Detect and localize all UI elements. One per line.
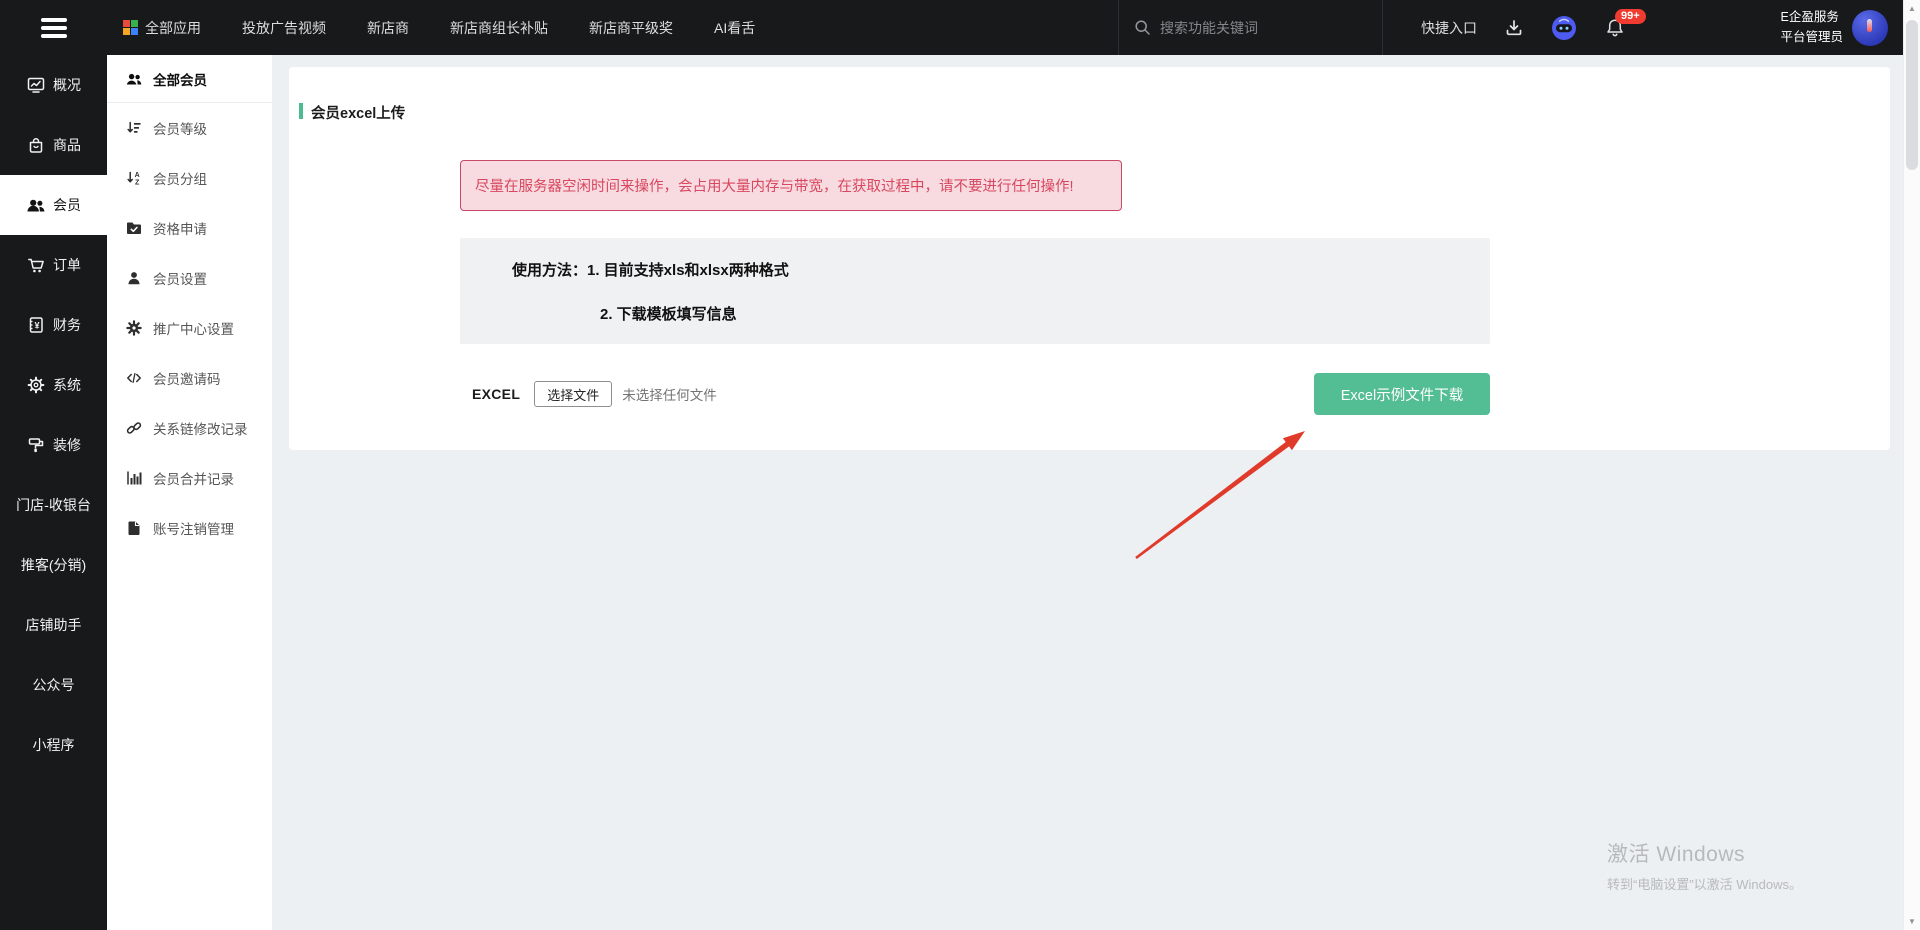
system-icon (26, 375, 46, 395)
members-submenu: 全部会员 会员等级 A Z 会员分组 资格申请 (107, 55, 272, 930)
watermark-line-2: 转到“电脑设置”以激活 Windows。 (1607, 874, 1802, 893)
sort-groups-icon: A Z (126, 170, 142, 186)
topbar-left: 全部应用 投放广告视频 新店商 新店商组长补贴 新店商平级奖 AI看舌 (0, 0, 1118, 55)
file-status-text: 未选择任何文件 (622, 384, 717, 404)
sidebar-item-finance[interactable]: ¥ 财务 (0, 295, 107, 355)
chart-icon (126, 470, 142, 486)
scrollbar-thumb[interactable] (1906, 20, 1918, 170)
main-content: 会员excel上传 尽量在服务器空闲时间来操作，会占用大量内存与带宽，在获取过程… (272, 55, 1920, 930)
sort-levels-icon (126, 120, 142, 136)
submenu-item-invite-code[interactable]: 会员邀请码 (107, 353, 272, 403)
orders-icon (26, 255, 46, 275)
sidebar-item-store-cashier[interactable]: 门店-收银台 (0, 475, 107, 535)
scrollbar-down-arrow[interactable]: ▼ (1904, 917, 1920, 926)
topbar: 全部应用 投放广告视频 新店商 新店商组长补贴 新店商平级奖 AI看舌 快捷入口 (0, 0, 1920, 55)
search-box (1118, 0, 1382, 55)
submenu-item-member-settings[interactable]: 会员设置 (107, 253, 272, 303)
quick-entry-link[interactable]: 快捷入口 (1421, 18, 1477, 38)
submenu-item-promotion-settings[interactable]: 推广中心设置 (107, 303, 272, 353)
folder-check-icon (126, 220, 142, 236)
sidebar-item-renovation[interactable]: 装修 (0, 415, 107, 475)
file-icon (126, 520, 142, 536)
members-icon (26, 195, 46, 215)
sidebar-item-mini-program[interactable]: 小程序 (0, 715, 107, 775)
warning-banner: 尽量在服务器空闲时间来操作，会占用大量内存与带宽，在获取过程中，请不要进行任何操… (460, 160, 1122, 211)
excel-upload-card: 会员excel上传 尽量在服务器空闲时间来操作，会占用大量内存与带宽，在获取过程… (289, 67, 1890, 450)
page-title: 会员excel上传 (311, 102, 405, 123)
finance-icon: ¥ (26, 315, 46, 335)
all-apps-label: 全部应用 (145, 18, 201, 38)
windows-watermark: 激活 Windows 转到“电脑设置”以激活 Windows。 (1607, 838, 1802, 893)
sidebar-item-shop-assistant[interactable]: 店铺助手 (0, 595, 107, 655)
robot-icon (1551, 15, 1577, 41)
sidebar-item-official-account[interactable]: 公众号 (0, 655, 107, 715)
notification-badge: 99+ (1615, 9, 1646, 24)
search-input[interactable] (1160, 20, 1360, 36)
nav-item-ad-video[interactable]: 投放广告视频 (242, 18, 326, 38)
nav-item-ai-tongue[interactable]: AI看舌 (714, 18, 755, 38)
user-menu[interactable]: E企盈服务 平台管理员 (1780, 8, 1888, 47)
goods-icon (26, 135, 46, 155)
usage-box: 使用方法：1. 目前支持xls和xlsx两种格式 2. 下载模板填写信息 (460, 238, 1490, 344)
hamburger-icon (41, 18, 67, 22)
submenu-item-merge-log[interactable]: 会员合并记录 (107, 453, 272, 503)
users-icon (126, 71, 142, 87)
notifications-button[interactable]: 99+ (1604, 17, 1626, 39)
topbar-nav: 全部应用 投放广告视频 新店商 新店商组长补贴 新店商平级奖 AI看舌 (123, 18, 755, 38)
nav-item-leader-subsidy[interactable]: 新店商组长补贴 (450, 18, 548, 38)
excel-label: EXCEL (472, 386, 520, 402)
submenu-item-member-groups[interactable]: A Z 会员分组 (107, 153, 272, 203)
nav-item-new-shop[interactable]: 新店商 (367, 18, 409, 38)
all-apps-button[interactable]: 全部应用 (123, 18, 201, 38)
download-center-button[interactable] (1504, 18, 1524, 38)
submenu-item-account-cancellation[interactable]: 账号注销管理 (107, 503, 272, 553)
download-sample-button[interactable]: Excel示例文件下载 (1314, 373, 1490, 415)
page-scrollbar[interactable]: ▲ ▼ (1903, 0, 1920, 930)
member-icon (126, 270, 142, 286)
topbar-right: 快捷入口 (1382, 0, 1920, 55)
link-icon (126, 420, 142, 436)
submenu-item-relation-log[interactable]: 关系链修改记录 (107, 403, 272, 453)
title-accent-bar (299, 103, 303, 119)
overview-icon (26, 75, 46, 95)
sidebar-item-overview[interactable]: 概况 (0, 55, 107, 115)
choose-file-button[interactable]: 选择文件 (534, 381, 612, 407)
renovation-icon (26, 435, 46, 455)
submenu-item-qualification[interactable]: 资格申请 (107, 203, 272, 253)
excel-file-row: EXCEL 选择文件 未选择任何文件 (472, 380, 717, 408)
scrollbar-up-arrow[interactable]: ▲ (1904, 4, 1920, 13)
sidebar-item-members[interactable]: 会员 (0, 175, 107, 235)
apps-grid-icon (123, 20, 138, 35)
gear-icon (126, 320, 142, 336)
ai-assistant-button[interactable] (1551, 15, 1577, 41)
app-window: 全部应用 投放广告视频 新店商 新店商组长补贴 新店商平级奖 AI看舌 快捷入口 (0, 0, 1920, 930)
submenu-item-member-levels[interactable]: 会员等级 (107, 103, 272, 153)
sidebar-item-system[interactable]: 系统 (0, 355, 107, 415)
submenu-item-all-members[interactable]: 全部会员 (107, 55, 272, 103)
warning-text: 尽量在服务器空闲时间来操作，会占用大量内存与带宽，在获取过程中，请不要进行任何操… (475, 175, 1074, 196)
svg-text:A: A (135, 172, 140, 179)
code-icon (126, 370, 142, 386)
svg-text:Z: Z (135, 179, 140, 186)
nav-item-peer-award[interactable]: 新店商平级奖 (589, 18, 673, 38)
company-name: E企盈服务 (1780, 8, 1843, 27)
role-name: 平台管理员 (1780, 28, 1843, 47)
sidebar-item-goods[interactable]: 商品 (0, 115, 107, 175)
avatar[interactable] (1852, 10, 1888, 46)
usage-line-2: 2. 下载模板填写信息 (600, 303, 737, 324)
sidebar-item-distribution[interactable]: 推客(分销) (0, 535, 107, 595)
usage-line-1: 使用方法：1. 目前支持xls和xlsx两种格式 (512, 259, 789, 280)
sidebar-item-orders[interactable]: 订单 (0, 235, 107, 295)
watermark-line-1: 激活 Windows (1607, 838, 1802, 868)
svg-text:¥: ¥ (34, 320, 39, 330)
search-icon (1134, 19, 1151, 36)
primary-sidebar: 概况 商品 会员 订单 (0, 55, 107, 930)
hamburger-menu-button[interactable] (0, 0, 107, 55)
download-icon (1504, 18, 1524, 38)
